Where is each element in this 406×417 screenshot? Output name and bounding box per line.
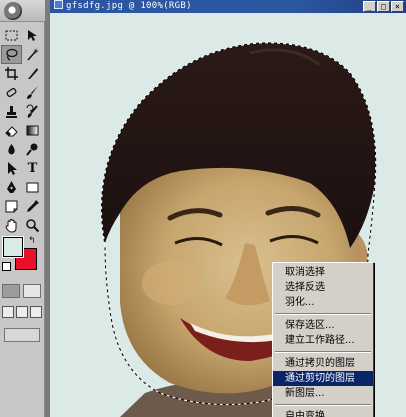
eyedropper-icon[interactable] [22, 197, 43, 216]
document-title-bar[interactable]: gfsdfg.jpg @ 100%(RGB) _ □ × [50, 0, 406, 13]
menu-item-layer-via-copy[interactable]: 通过拷贝的图层 [273, 356, 373, 371]
jump-to-imageready-button[interactable] [4, 328, 40, 342]
move-icon[interactable] [22, 26, 43, 45]
lasso-icon[interactable] [1, 45, 22, 64]
menu-item-feather[interactable]: 羽化... [273, 295, 373, 310]
zoom-icon[interactable] [22, 216, 43, 235]
blur-icon[interactable] [1, 140, 22, 159]
menu-separator [273, 310, 373, 318]
clone-stamp-icon[interactable] [1, 102, 22, 121]
photoshop-eye-logo-icon[interactable] [4, 2, 22, 20]
window-controls: _ □ × [363, 1, 404, 12]
foreground-color-swatch[interactable] [2, 236, 24, 258]
menu-item-layer-via-cut[interactable]: 通过剪切的图层 [273, 371, 373, 386]
path-select-icon[interactable] [1, 159, 22, 178]
standard-mode-button[interactable] [2, 284, 20, 298]
context-menu: 取消选择 选择反选 羽化... 保存选区... 建立工作路径... 通过拷贝的图… [272, 262, 374, 417]
full-screen-menu-mode-button[interactable] [16, 306, 28, 318]
rectangular-marquee-icon[interactable] [1, 26, 22, 45]
edit-mode-row [2, 284, 41, 298]
notes-icon[interactable] [1, 197, 22, 216]
tool-palette: T ↰ [0, 0, 45, 417]
minimize-icon[interactable]: _ [363, 1, 376, 12]
toolbox-header [0, 0, 45, 22]
menu-separator [273, 348, 373, 356]
default-colors-icon[interactable] [2, 262, 11, 271]
history-brush-icon[interactable] [22, 102, 43, 121]
menu-item-select-inverse[interactable]: 选择反选 [273, 280, 373, 295]
type-icon[interactable]: T [22, 159, 43, 178]
document-title: gfsdfg.jpg @ 100%(RGB) [66, 1, 192, 11]
menu-item-make-work-path[interactable]: 建立工作路径... [273, 333, 373, 348]
dodge-icon[interactable] [22, 140, 43, 159]
gradient-icon[interactable] [22, 121, 43, 140]
magic-wand-icon[interactable] [22, 45, 43, 64]
pen-icon[interactable] [1, 178, 22, 197]
menu-item-deselect[interactable]: 取消选择 [273, 265, 373, 280]
eraser-icon[interactable] [1, 121, 22, 140]
shape-icon[interactable] [22, 178, 43, 197]
menu-item-save-selection[interactable]: 保存选区... [273, 318, 373, 333]
brush-icon[interactable] [22, 83, 43, 102]
healing-brush-icon[interactable] [1, 83, 22, 102]
quick-mask-mode-button[interactable] [23, 284, 41, 298]
menu-separator [273, 401, 373, 409]
swap-colors-icon[interactable]: ↰ [28, 236, 36, 246]
hand-icon[interactable] [1, 216, 22, 235]
standard-screen-mode-button[interactable] [2, 306, 14, 318]
full-screen-mode-button[interactable] [30, 306, 42, 318]
close-icon[interactable]: × [391, 1, 404, 12]
slice-icon[interactable] [22, 64, 43, 83]
screen-mode-row [2, 306, 42, 318]
menu-item-free-transform[interactable]: 自由变换 [273, 409, 373, 417]
color-swatches: ↰ [2, 236, 42, 276]
crop-icon[interactable] [1, 64, 22, 83]
document-icon [54, 0, 63, 9]
tool-grid: T [1, 26, 44, 235]
maximize-icon[interactable]: □ [377, 1, 390, 12]
menu-item-new-layer[interactable]: 新图层... [273, 386, 373, 401]
